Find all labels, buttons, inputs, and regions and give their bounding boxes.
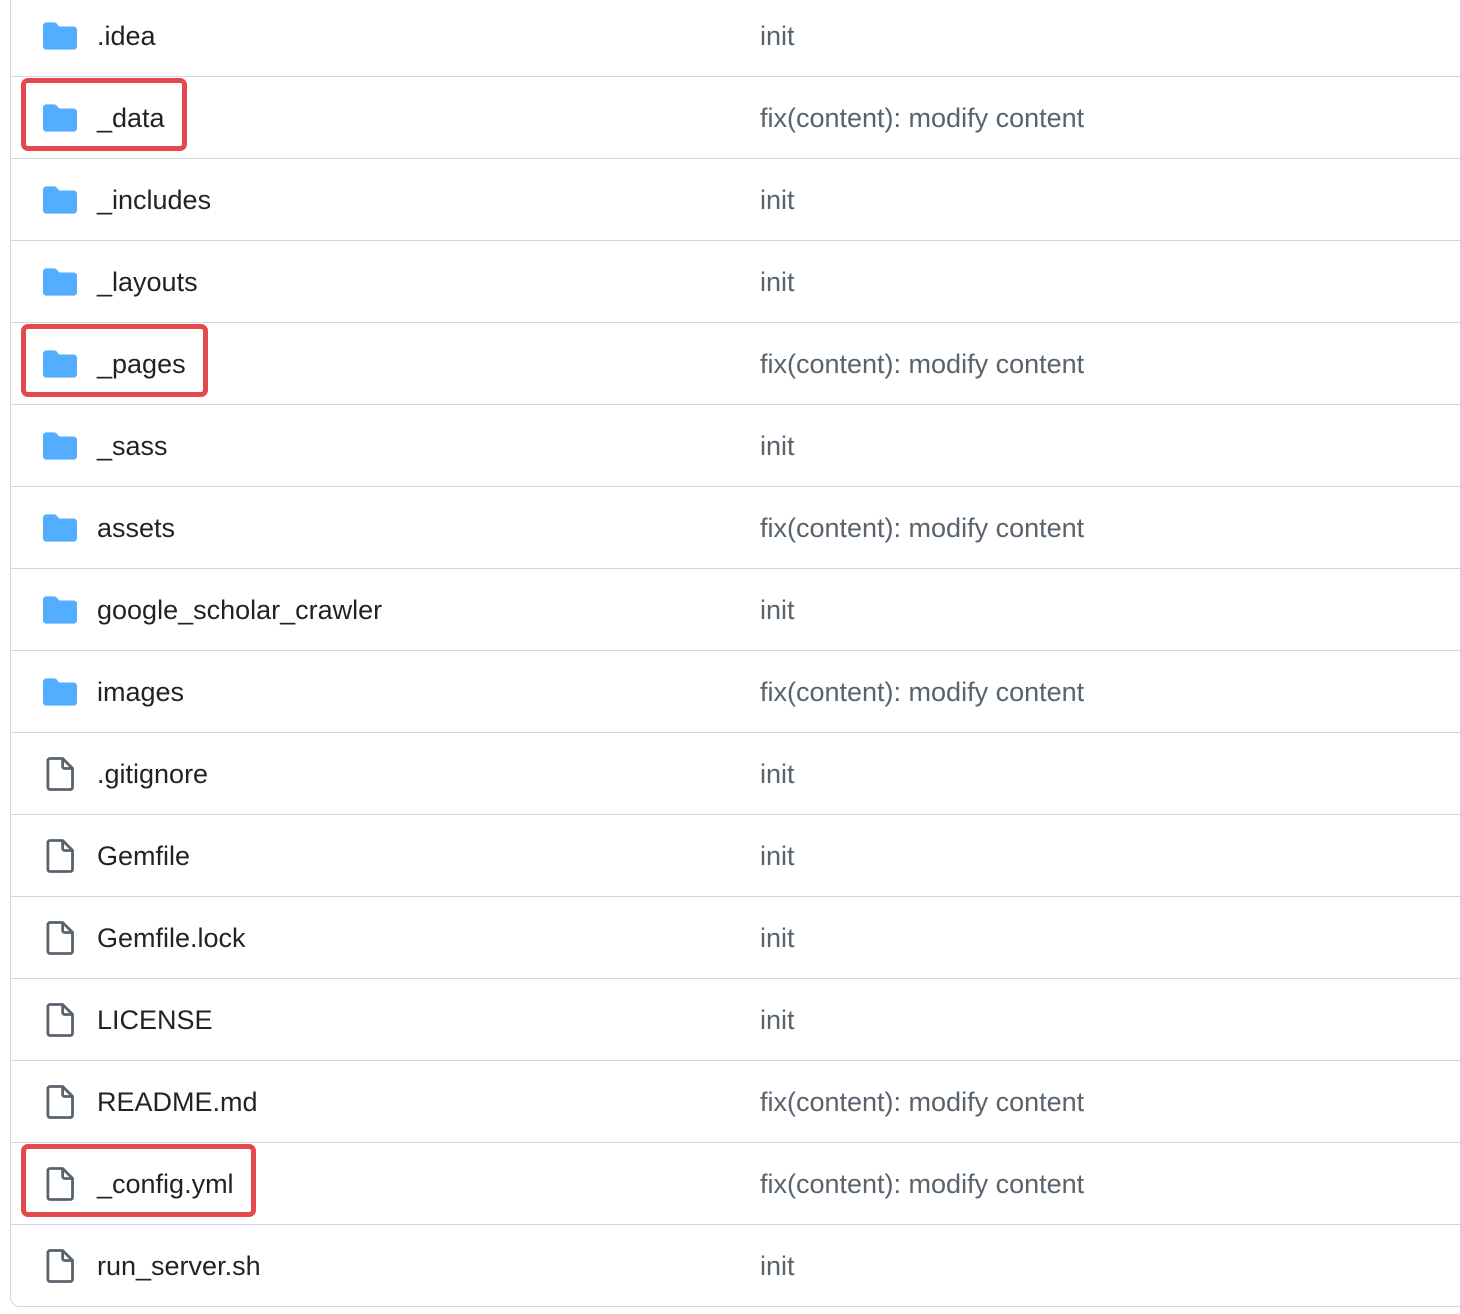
file-row[interactable]: LICENSE init <box>11 979 1460 1061</box>
folder-row[interactable]: _sass init <box>11 405 1460 487</box>
folder-icon <box>43 429 77 463</box>
file-row[interactable]: README.md fix(content): modify content <box>11 1061 1460 1143</box>
folder-row[interactable]: assets fix(content): modify content <box>11 487 1460 569</box>
file-list-table: .idea init _data fix(content): modify conte… <box>10 0 1460 1307</box>
file-icon <box>43 1249 77 1283</box>
file-icon <box>43 756 77 791</box>
file-row[interactable]: Gemfile.lock init <box>11 897 1460 979</box>
folder-icon <box>43 347 77 381</box>
commit-message-link[interactable]: init <box>760 266 795 298</box>
file-name-link[interactable]: google_scholar_crawler <box>97 594 382 626</box>
file-name-link[interactable]: _includes <box>97 184 211 216</box>
file-icon <box>43 838 77 873</box>
file-name-link[interactable]: .idea <box>97 20 156 52</box>
commit-message-link[interactable]: fix(content): modify content <box>760 348 1084 380</box>
commit-message-link[interactable]: init <box>760 20 795 52</box>
commit-message-link[interactable]: fix(content): modify content <box>760 1168 1084 1200</box>
folder-row[interactable]: _data fix(content): modify content <box>11 77 1460 159</box>
folder-icon <box>43 593 77 627</box>
folder-icon <box>43 19 77 53</box>
commit-message-link[interactable]: init <box>760 184 795 216</box>
commit-message-link[interactable]: init <box>760 758 795 790</box>
file-name-link[interactable]: _layouts <box>97 266 198 298</box>
folder-row[interactable]: images fix(content): modify content <box>11 651 1460 733</box>
file-name-link[interactable]: images <box>97 676 184 708</box>
file-row[interactable]: run_server.sh init <box>11 1225 1460 1307</box>
commit-message-link[interactable]: init <box>760 594 795 626</box>
file-name-link[interactable]: Gemfile.lock <box>97 922 246 954</box>
commit-message-link[interactable]: init <box>760 430 795 462</box>
file-name-link[interactable]: Gemfile <box>97 840 190 872</box>
file-icon <box>43 1166 77 1201</box>
file-row[interactable]: _config.yml fix(content): modify content <box>11 1143 1460 1225</box>
file-name-link[interactable]: LICENSE <box>97 1004 213 1036</box>
folder-icon <box>43 265 77 299</box>
file-name-link[interactable]: _sass <box>97 430 168 462</box>
folder-row[interactable]: _layouts init <box>11 241 1460 323</box>
file-icon <box>43 1084 77 1119</box>
commit-message-link[interactable]: init <box>760 922 795 954</box>
file-name-link[interactable]: _pages <box>97 348 186 380</box>
file-name-link[interactable]: README.md <box>97 1086 258 1118</box>
commit-message-link[interactable]: fix(content): modify content <box>760 102 1084 134</box>
folder-row[interactable]: _pages fix(content): modify content <box>11 323 1460 405</box>
commit-message-link[interactable]: init <box>760 1004 795 1036</box>
file-name-link[interactable]: .gitignore <box>97 758 208 790</box>
commit-message-link[interactable]: init <box>760 1250 795 1282</box>
folder-row[interactable]: _includes init <box>11 159 1460 241</box>
file-name-link[interactable]: assets <box>97 512 175 544</box>
file-name-link[interactable]: _config.yml <box>97 1168 234 1200</box>
folder-icon <box>43 101 77 135</box>
commit-message-link[interactable]: fix(content): modify content <box>760 1086 1084 1118</box>
file-row[interactable]: .gitignore init <box>11 733 1460 815</box>
commit-message-link[interactable]: fix(content): modify content <box>760 512 1084 544</box>
file-name-link[interactable]: run_server.sh <box>97 1250 261 1282</box>
file-name-link[interactable]: _data <box>97 102 165 134</box>
commit-message-link[interactable]: init <box>760 840 795 872</box>
file-icon <box>43 1002 77 1037</box>
folder-icon <box>43 511 77 545</box>
folder-row[interactable]: .idea init <box>11 0 1460 77</box>
folder-icon <box>43 183 77 217</box>
folder-row[interactable]: google_scholar_crawler init <box>11 569 1460 651</box>
file-row[interactable]: Gemfile init <box>11 815 1460 897</box>
commit-message-link[interactable]: fix(content): modify content <box>760 676 1084 708</box>
file-icon <box>43 920 77 955</box>
folder-icon <box>43 675 77 709</box>
